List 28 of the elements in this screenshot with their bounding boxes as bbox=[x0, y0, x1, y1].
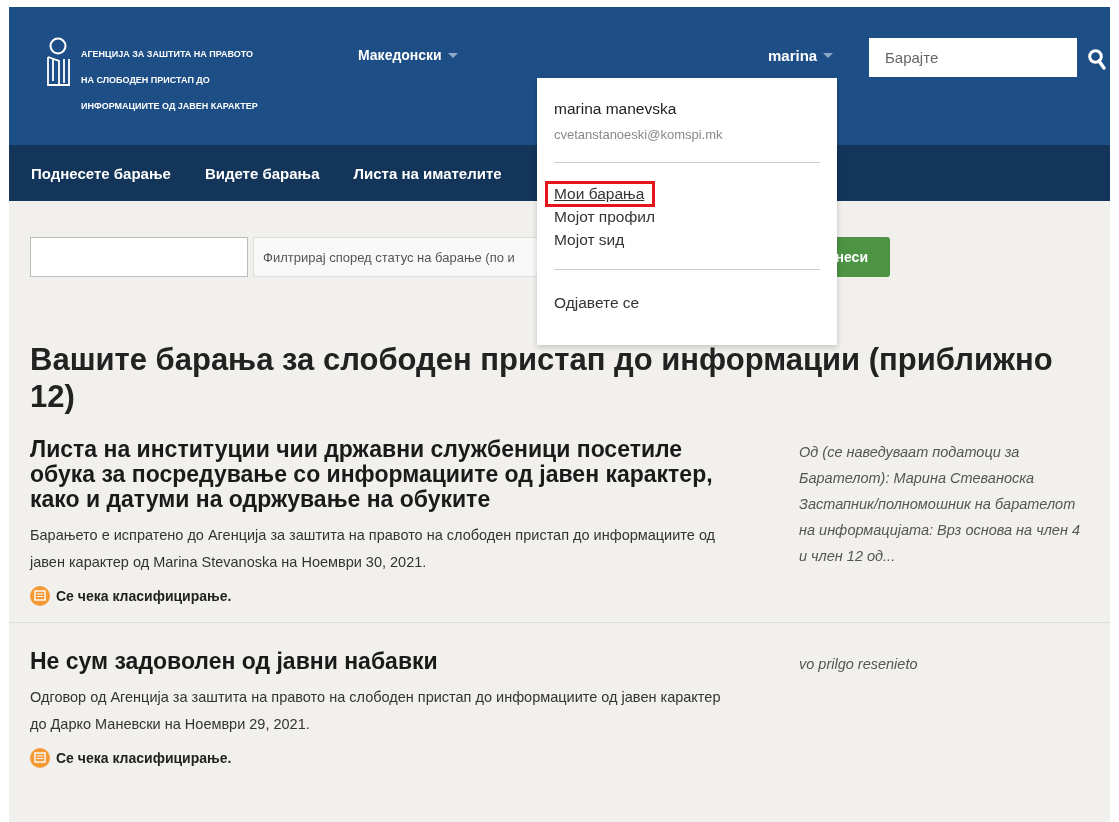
logout-link[interactable]: Одјавете се bbox=[554, 294, 640, 312]
status-icon bbox=[30, 586, 50, 606]
agency-name-line: АГЕНЦИЈА ЗА ЗАШТИТА НА ПРАВОТО bbox=[81, 48, 255, 61]
agency-name-line: НА СЛОБОДЕН ПРИСТАП ДО bbox=[81, 74, 211, 87]
request-title-link[interactable]: Листа на институции чии државни службеници посетиле обука за посредување со информациите од јавен карактер, како и датуми на одржување на обуките bbox=[30, 437, 730, 512]
request-description: Одговор од Агенција за заштита на правото на слободен пристап до информациите од јавен карактер до Дарко Маневски на Ноември 29, 2021. bbox=[30, 688, 722, 734]
request-excerpt: Од (се наведуваат податоци за Барателот): Марина Стеваноска Застапник/полномошник на барателот на информацијата: Врз основа на член 4 и член 12 од... bbox=[799, 443, 1081, 566]
status-icon bbox=[30, 748, 50, 768]
status-label: Се чека класифицирање. bbox=[56, 750, 232, 766]
page-heading: Вашите барања за слободен пристап до информации (приближно 12) bbox=[30, 341, 1054, 415]
person-book-logo-icon[interactable] bbox=[45, 37, 71, 87]
search-text-field[interactable] bbox=[30, 237, 248, 277]
nav-link[interactable]: Поднесете барање bbox=[31, 164, 171, 182]
request-excerpt: vo prilgo resenieto bbox=[799, 655, 919, 674]
user-email: cvetanstanoeski@komspi.mk bbox=[554, 127, 724, 142]
menu-item-link[interactable]: Мои барања bbox=[545, 181, 656, 207]
menu-item-link[interactable]: Мојот профил bbox=[554, 208, 655, 226]
request-title-link[interactable]: Не сум задоволен од јавни набавки bbox=[30, 649, 730, 674]
nav-link[interactable]: Видете барања bbox=[204, 164, 320, 182]
language-dropdown[interactable]: Македонски bbox=[358, 47, 458, 63]
status-label: Се чека класифицирање. bbox=[56, 588, 232, 604]
nav-link[interactable]: Листа на имателите bbox=[353, 164, 502, 182]
agency-name-line: ИНФОРМАЦИИТЕ ОД ЈАВЕН КАРАКТЕР bbox=[81, 100, 258, 113]
user-full-name: marina manevska bbox=[554, 100, 678, 118]
user-dropdown[interactable]: marina bbox=[768, 47, 834, 64]
search-icon[interactable] bbox=[1088, 49, 1106, 71]
search-field[interactable]: Барајте bbox=[869, 38, 1077, 77]
request-description: Барањето е испратено до Агенција за заштита на правото на слободен пристап до информациите од јавен карактер од Marina Stevanoska на Ноември 30, 2021. bbox=[30, 526, 717, 572]
